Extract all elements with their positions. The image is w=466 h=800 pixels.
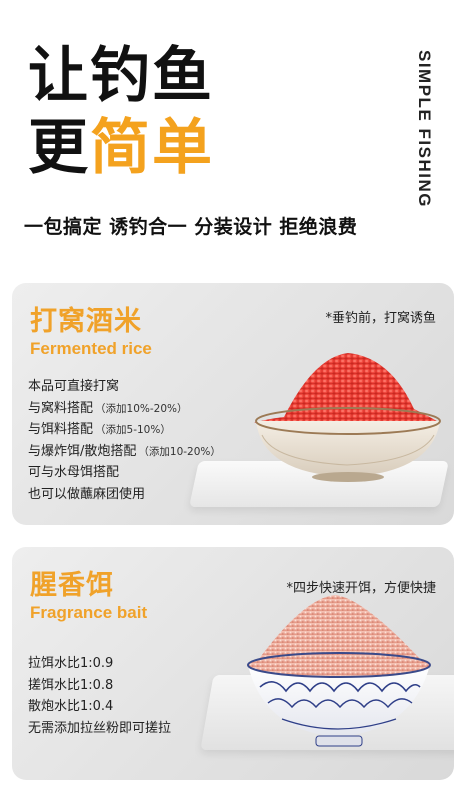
usage-line: 也可以做蘸麻团使用 xyxy=(28,486,146,502)
usage-line: 可与水母饵搭配 xyxy=(28,465,120,481)
headline-word-black: 更 xyxy=(28,113,90,183)
headline-line-2: 更简单 xyxy=(28,118,214,178)
card-title: 打窝酒米 xyxy=(30,306,142,337)
ratio-line: 无需添加拉丝粉即可搓拉 xyxy=(28,720,172,736)
tagline: 一包搞定 诱钓合一 分装设计 拒绝浪费 xyxy=(24,216,358,238)
rice-bowl-image xyxy=(254,353,441,482)
ratio-line: 搓饵水比1:0.8 xyxy=(28,677,114,693)
product-card-fragrance-bait: 腥香饵 Fragrance bait *四步快速开饵，方便快捷 拉饵水比1:0.… xyxy=(12,547,454,780)
headline-line-1: 让钓鱼 xyxy=(28,41,214,111)
card-title: 腥香饵 xyxy=(30,570,114,601)
usage-line: 与爆炸饵/散炮搭配 （添加10-20%） xyxy=(28,443,221,459)
ratio-line: 散炮水比1:0.4 xyxy=(28,699,114,715)
product-card-fermented-rice: 打窝酒米 Fermented rice *垂钓前，打窝诱鱼 本品可直接打窝 与窝… xyxy=(12,283,454,525)
card-subtitle: Fragrance bait xyxy=(30,603,148,622)
card-note: *四步快速开饵，方便快捷 xyxy=(286,581,436,596)
vertical-english-tag: SIMPLE FISHING xyxy=(415,50,434,208)
card-subtitle: Fermented rice xyxy=(30,339,152,358)
usage-list: 本品可直接打窝 与窝料搭配 （添加10%-20%） 与饵料搭配 （添加5-10%） … xyxy=(28,376,221,506)
usage-line: 与饵料搭配 （添加5-10%） xyxy=(28,422,171,438)
ratio-list: 拉饵水比1:0.9 搓饵水比1:0.8 散炮水比1:0.4 无需添加拉丝粉即可搓… xyxy=(28,653,171,739)
usage-line: 本品可直接打窝 xyxy=(28,379,120,394)
card-note: *垂钓前，打窝诱鱼 xyxy=(325,311,436,326)
ratio-line: 拉饵水比1:0.9 xyxy=(28,656,114,671)
headline-word-orange: 简单 xyxy=(90,113,214,183)
bait-bowl-image xyxy=(247,595,431,747)
usage-line: 与窝料搭配 （添加10%-20%） xyxy=(28,400,188,416)
